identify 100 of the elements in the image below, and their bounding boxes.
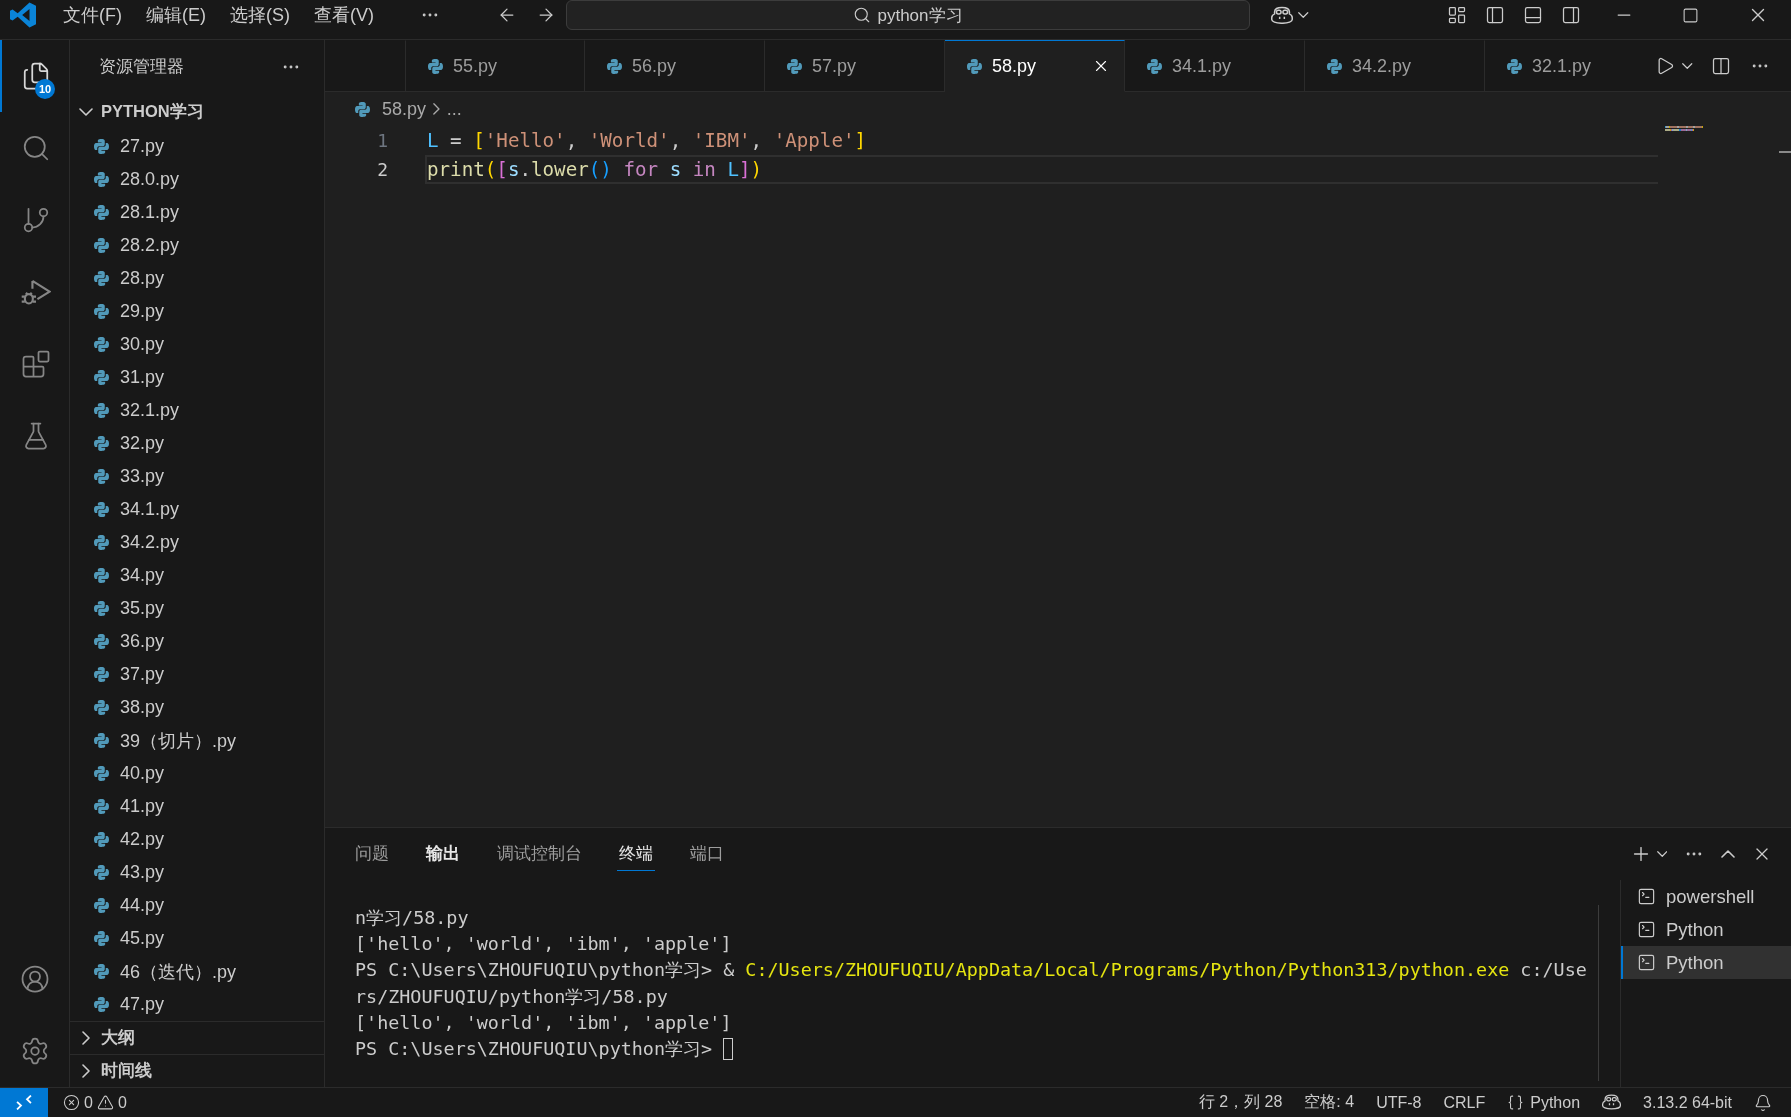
menu-item[interactable]: 编辑(E) [134,0,218,30]
file-item[interactable]: 33.py [70,460,324,493]
split-editor-icon[interactable] [1710,55,1731,76]
menu-item[interactable]: 文件(F) [51,0,134,30]
file-item[interactable]: 43.py [70,856,324,889]
file-item[interactable]: 28.2.py [70,229,324,262]
editor-tab[interactable]: 55.py [405,40,585,92]
status-item[interactable]: 3.13.2 64-bit [1632,1088,1743,1117]
file-item[interactable]: 41.py [70,790,324,823]
terminal-line: n学习/58.py [355,906,469,931]
python-file-icon [94,700,109,715]
python-file-icon [94,733,109,748]
language-status[interactable]: Python [1496,1088,1592,1117]
status-item[interactable]: CRLF [1432,1088,1497,1117]
bell-icon[interactable] [1754,1093,1772,1112]
file-item[interactable]: 35.py [70,592,324,625]
chevron-up-icon[interactable] [1721,850,1735,858]
folder-header[interactable]: PYTHON学习 [70,94,324,130]
code-line: print([s.lower() for s in L]) [425,155,1658,184]
terminal-tab[interactable]: powershell [1621,880,1791,913]
python-file-icon [94,205,109,220]
file-item[interactable]: 29.py [70,295,324,328]
section-header[interactable]: 大纲 [70,1021,324,1054]
problems-button[interactable]: 0 0 [58,1088,132,1117]
python-file-icon [1147,58,1162,74]
maximize-icon[interactable] [1682,6,1699,24]
panel-tab[interactable]: 终端 [617,837,655,871]
file-item[interactable]: 39（切片）.py [70,724,324,757]
file-item[interactable]: 31.py [70,361,324,394]
menu-item[interactable]: 选择(S) [218,0,302,30]
python-file-icon [94,139,109,154]
chevron-down-icon[interactable] [1298,12,1309,18]
file-item[interactable]: 32.1.py [70,394,324,427]
file-item[interactable]: 27.py [70,130,324,163]
file-item[interactable]: 40.py [70,757,324,790]
terminal-tab[interactable]: Python [1621,946,1791,979]
layout-icon[interactable] [1447,5,1467,25]
line-number: 2 [377,158,388,182]
python-file-icon [94,634,109,649]
file-item[interactable]: 32.py [70,427,324,460]
python-file-icon [94,535,109,550]
file-item[interactable]: 28.1.py [70,196,324,229]
python-file-icon [94,601,109,616]
status-item[interactable]: 行 2，列 28 [1187,1088,1294,1117]
panel-bottom-icon[interactable] [1523,5,1543,25]
command-center[interactable]: python学习 [566,0,1250,30]
panel-tab[interactable]: 问题 [353,837,391,871]
panel-tab[interactable]: 端口 [688,837,726,871]
breadcrumb-item[interactable]: ... [446,98,462,120]
robot-face-icon[interactable] [1602,1094,1622,1111]
sidebar-right-icon[interactable] [1561,5,1581,25]
blocks-icon [20,349,51,379]
python-file-icon [94,403,109,418]
file-item[interactable]: 34.py [70,559,324,592]
file-item[interactable]: 34.2.py [70,526,324,559]
file-item[interactable]: 42.py [70,823,324,856]
file-item[interactable]: 30.py [70,328,324,361]
file-item[interactable]: 44.py [70,889,324,922]
chevron-down-icon[interactable] [1682,62,1693,69]
file-item[interactable]: 37.py [70,658,324,691]
python-file-icon [94,502,109,517]
status-item[interactable]: UTF-8 [1365,1088,1433,1117]
file-item[interactable]: 36.py [70,625,324,658]
python-file-icon [94,568,109,583]
terminal-icon [1637,953,1656,972]
python-file-icon [94,172,109,187]
file-item[interactable]: 34.1.py [70,493,324,526]
file-item[interactable]: 28.0.py [70,163,324,196]
file-item[interactable]: 45.py [70,922,324,955]
file-item[interactable]: 47.py [70,988,324,1021]
python-file-icon [967,58,982,74]
app-logo-icon[interactable] [10,2,36,28]
robot-face-icon[interactable] [1271,5,1293,25]
chevron-right-icon [433,103,440,115]
file-item[interactable]: 28.py [70,262,324,295]
terminal-line: ['hello', 'world', 'ibm', 'apple'] [355,1010,732,1035]
python-file-icon [1507,58,1522,74]
file-item[interactable]: 38.py [70,691,324,724]
python-file-icon [94,436,109,451]
python-file-icon [428,58,443,74]
warning-icon [96,1094,114,1111]
panel-tab[interactable]: 调试控制台 [495,837,584,871]
minimap-drawing [1665,126,1703,131]
status-item[interactable]: 空格: 4 [1293,1088,1366,1117]
terminal-tab[interactable]: Python [1621,913,1791,946]
file-item[interactable]: 46（迭代）.py [70,955,324,988]
menu-item[interactable]: 查看(V) [302,0,386,30]
breadcrumb-item[interactable]: 58.py [355,98,427,120]
panel-tab[interactable]: 输出 [424,837,462,871]
remote-button[interactable] [0,1088,48,1117]
editor-tab[interactable]: 58.py [945,40,1125,92]
python-file-icon [94,766,109,781]
python-file-icon [355,101,370,117]
search-icon [853,6,872,24]
terminal-line: PS C:\Users\ZHOUFUQIU\python学习> [355,1037,714,1062]
user-circle-icon[interactable] [19,964,50,994]
python-file-icon [94,997,109,1012]
sidebar-left-icon[interactable] [1485,5,1505,25]
chevron-down-icon[interactable] [1656,851,1667,857]
python-file-icon [94,832,109,847]
